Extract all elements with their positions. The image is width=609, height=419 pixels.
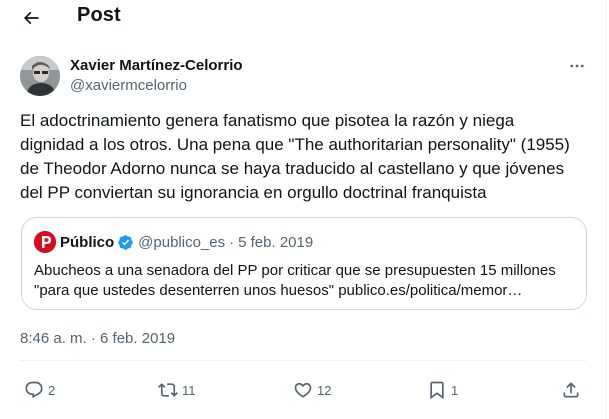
tweet-line: de Theodor Adorno nunca se haya traducid…	[20, 159, 565, 178]
reply-count: 2	[48, 382, 56, 398]
author-handle[interactable]: @xaviermcelorrio	[70, 77, 187, 94]
publico-logo-icon	[34, 231, 56, 253]
quoted-post[interactable]: Público @publico_es · 5 feb. 2019 Abuche…	[21, 217, 587, 310]
action-bar: 2 11 12 1	[0, 377, 609, 403]
more-options-icon[interactable]	[565, 54, 589, 78]
repost-count: 11	[182, 382, 196, 398]
reply-button[interactable]: 2	[24, 377, 55, 403]
bookmark-count: 1	[451, 382, 459, 398]
repost-icon	[158, 383, 178, 397]
bookmark-icon	[430, 381, 444, 400]
like-count: 12	[317, 382, 332, 398]
tweet-line: El adoctrinamiento genera fanatismo que …	[20, 111, 515, 130]
like-button[interactable]: 12	[293, 377, 331, 403]
repost-button[interactable]: 11	[158, 377, 196, 403]
quoted-line: Abucheos a una senadora del PP por criti…	[34, 262, 556, 279]
column-border	[606, 0, 607, 419]
post-timestamp[interactable]: 8:46 a. m. · 6 feb. 2019	[20, 330, 175, 347]
tweet-line: dignidad a los otros. Una pena que "The …	[20, 135, 570, 154]
bookmark-button[interactable]: 1	[427, 377, 458, 403]
share-button[interactable]	[561, 377, 581, 403]
top-bar: Post	[0, 0, 609, 36]
quoted-author-name: Público	[60, 233, 115, 251]
quoted-separator: ·	[229, 233, 235, 251]
author-avatar[interactable]	[20, 56, 60, 96]
quoted-line: "para que ustedes desenterren unos hueso…	[34, 282, 523, 299]
page-title: Post	[77, 4, 121, 26]
quoted-post-header: Público @publico_es · 5 feb. 2019	[34, 231, 313, 253]
quoted-author-handle: @publico_es	[138, 233, 226, 251]
heart-icon	[294, 382, 312, 398]
quoted-post-date: 5 feb. 2019	[238, 233, 314, 251]
author-row: Xavier Martínez-Celorrio @xaviermcelorri…	[20, 54, 590, 98]
divider	[20, 360, 586, 361]
author-name[interactable]: Xavier Martínez-Celorrio	[70, 57, 243, 74]
tweet-text: El adoctrinamiento genera fanatismo que …	[20, 109, 595, 205]
reply-icon	[25, 381, 43, 399]
back-arrow-icon[interactable]	[18, 5, 44, 31]
verified-badge-icon	[118, 234, 133, 250]
tweet-line: del PP conviertan su ignorancia en orgul…	[20, 183, 487, 202]
share-icon	[563, 382, 579, 398]
quoted-post-text: Abucheos a una senadora del PP por criti…	[34, 261, 574, 301]
